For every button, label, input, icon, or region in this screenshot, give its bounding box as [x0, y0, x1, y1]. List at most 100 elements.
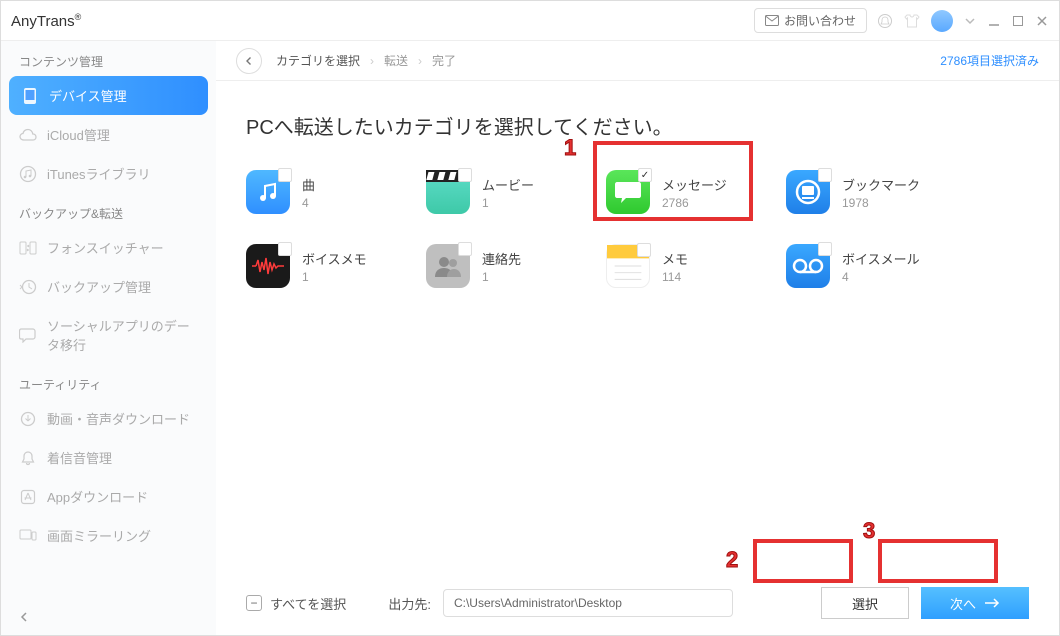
category-voicemail[interactable]: ボイスメール 4	[786, 244, 966, 288]
category-bookmark[interactable]: ブックマーク 1978	[786, 170, 966, 214]
chat-icon	[19, 326, 37, 344]
voicemail-icon	[786, 244, 830, 288]
chevron-down-icon[interactable]	[963, 14, 977, 28]
chevron-right-icon: ›	[418, 54, 422, 68]
category-count: 2786	[662, 196, 727, 210]
category-name: ボイスメール	[842, 249, 920, 268]
download-icon	[19, 410, 37, 428]
category-name: メッセージ	[662, 175, 727, 194]
sidebar-item-label: デバイス管理	[49, 86, 127, 105]
category-name: ブックマーク	[842, 175, 920, 194]
breadcrumb-step-1: カテゴリを選択	[276, 52, 360, 69]
breadcrumb-step-3: 完了	[432, 52, 456, 69]
annotation-label-2: 2	[726, 547, 738, 573]
sidebar-item-label: バックアップ管理	[47, 277, 151, 296]
selection-status: 2786項目選択済み	[940, 52, 1039, 69]
sidebar-item-mirror[interactable]: 画面ミラーリング	[1, 516, 216, 555]
check-slot	[818, 168, 832, 182]
sidebar-item-label: Appダウンロード	[47, 487, 148, 506]
appstore-icon	[19, 488, 37, 506]
category-name: メモ	[662, 249, 688, 268]
chevron-right-icon: ›	[370, 54, 374, 68]
close-icon[interactable]	[1035, 14, 1049, 28]
category-message[interactable]: ✓ メッセージ 2786	[606, 170, 786, 214]
category-notes[interactable]: メモ114	[606, 244, 786, 288]
sidebar-item-label: フォンスイッチャー	[47, 238, 164, 257]
sidebar-section-content: コンテンツ管理	[1, 41, 216, 76]
avatar[interactable]	[931, 10, 953, 32]
bottom-bar: − すべてを選択 出力先: 選択 次へ	[216, 587, 1059, 619]
app-title: AnyTrans®	[11, 12, 81, 30]
category-count: 1	[302, 270, 367, 284]
check-slot	[278, 168, 292, 182]
movie-icon	[426, 170, 470, 214]
sidebar-section-backup: バックアップ&転送	[1, 193, 216, 228]
cloud-icon	[19, 126, 37, 144]
contacts-icon	[426, 244, 470, 288]
select-all-toggle[interactable]: − すべてを選択	[246, 594, 346, 613]
category-name: ムービー	[482, 175, 534, 194]
category-name: 連絡先	[482, 249, 521, 268]
content-area: PCへ転送したいカテゴリを選択してください。 曲4	[216, 81, 1059, 635]
next-label: 次へ	[950, 594, 976, 613]
sidebar-item-phoneswitcher[interactable]: フォンスイッチャー	[1, 228, 216, 267]
shirt-icon[interactable]	[903, 13, 921, 29]
category-name: 曲	[302, 175, 315, 194]
category-count: 1	[482, 196, 534, 210]
arrow-right-icon	[984, 598, 1000, 608]
category-name: ボイスメモ	[302, 249, 367, 268]
indeterminate-checkbox-icon: −	[246, 595, 262, 611]
sidebar: コンテンツ管理 デバイス管理 iCloud管理 iTunesライブラリ バ	[1, 41, 216, 635]
check-slot	[458, 168, 472, 182]
phone-icon	[21, 87, 39, 105]
sidebar-item-label: 着信音管理	[47, 448, 112, 467]
message-icon: ✓	[606, 170, 650, 214]
sidebar-item-appdownload[interactable]: Appダウンロード	[1, 477, 216, 516]
choose-button[interactable]: 選択	[821, 587, 909, 619]
bell-outline-icon	[19, 449, 37, 467]
sidebar-item-icloud[interactable]: iCloud管理	[1, 115, 216, 154]
select-all-label: すべてを選択	[270, 594, 346, 613]
annotation-label-3: 3	[863, 518, 875, 544]
collapse-sidebar-icon[interactable]	[19, 611, 29, 623]
annotation-box-3	[878, 539, 998, 583]
category-voicememo[interactable]: ボイスメモ 1	[246, 244, 426, 288]
next-button[interactable]: 次へ	[921, 587, 1029, 619]
annotation-box-2	[753, 539, 853, 583]
itunes-icon	[19, 165, 37, 183]
sidebar-item-label: iTunesライブラリ	[47, 164, 151, 183]
bookmark-icon	[786, 170, 830, 214]
minimize-icon[interactable]	[987, 14, 1001, 28]
contact-button[interactable]: お問い合わせ	[754, 8, 867, 33]
check-slot	[818, 242, 832, 256]
category-count: 1978	[842, 196, 920, 210]
category-count: 4	[842, 270, 920, 284]
notes-icon	[606, 244, 650, 288]
category-music[interactable]: 曲4	[246, 170, 426, 214]
bell-icon[interactable]	[877, 13, 893, 29]
mirror-icon	[19, 527, 37, 545]
sidebar-item-label: ソーシャルアプリのデータ移行	[47, 316, 198, 354]
sidebar-item-itunes[interactable]: iTunesライブラリ	[1, 154, 216, 193]
check-slot-checked: ✓	[638, 168, 652, 182]
check-slot	[278, 242, 292, 256]
page-title: PCへ転送したいカテゴリを選択してください。	[246, 111, 1029, 140]
sidebar-item-backup[interactable]: バックアップ管理	[1, 267, 216, 306]
category-contacts[interactable]: 連絡先 1	[426, 244, 606, 288]
sidebar-item-download[interactable]: 動画・音声ダウンロード	[1, 399, 216, 438]
category-movie[interactable]: ムービー 1	[426, 170, 606, 214]
voicememo-icon	[246, 244, 290, 288]
maximize-icon[interactable]	[1011, 14, 1025, 28]
switch-icon	[19, 239, 37, 257]
sidebar-item-device[interactable]: デバイス管理	[9, 76, 208, 115]
output-path-input[interactable]	[443, 589, 733, 617]
category-count: 1	[482, 270, 521, 284]
sidebar-item-social[interactable]: ソーシャルアプリのデータ移行	[1, 306, 216, 364]
sidebar-item-ringtone[interactable]: 着信音管理	[1, 438, 216, 477]
check-slot	[458, 242, 472, 256]
back-button[interactable]	[236, 48, 262, 74]
titlebar: AnyTrans® お問い合わせ	[1, 1, 1059, 41]
sidebar-item-label: 画面ミラーリング	[47, 526, 151, 545]
check-slot	[637, 243, 651, 257]
output-label: 出力先:	[388, 594, 431, 613]
